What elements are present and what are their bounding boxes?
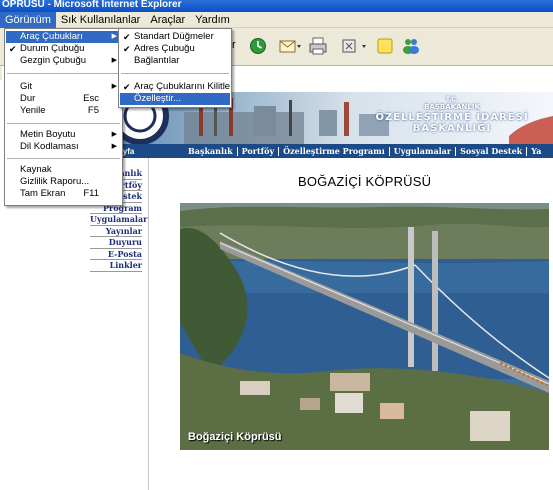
sidebar-link-announcements[interactable]: Duyuru bbox=[90, 237, 142, 249]
submenu-arrow-icon: ▶ bbox=[111, 57, 117, 64]
shortcut-full-screen: F11 bbox=[83, 188, 99, 199]
menu-separator bbox=[121, 73, 229, 74]
nav-link-publications[interactable]: Ya bbox=[526, 146, 545, 156]
menu-item-privacy-report[interactable]: Gizlilik Raporu... bbox=[6, 176, 121, 188]
menu-item-encoding[interactable]: Dil Kodlaması ▶ bbox=[6, 141, 121, 153]
menu-item-status-bar-label: Durum Çubuğu bbox=[20, 43, 85, 54]
menu-item-source-label: Kaynak bbox=[20, 164, 52, 175]
submenu-item-standard-buttons[interactable]: ✔ Standart Düğmeler bbox=[120, 31, 230, 43]
menu-item-toolbars[interactable]: Araç Çubukları ▶ bbox=[6, 31, 121, 43]
menu-item-full-screen-label: Tam Ekran bbox=[20, 188, 66, 199]
checkmark-icon: ✔ bbox=[123, 44, 131, 54]
bridge-photo: Boğaziçi Köprüsü bbox=[180, 203, 549, 450]
menu-item-go-label: Git bbox=[20, 81, 33, 92]
banner-line-tc: T.C. bbox=[445, 96, 459, 103]
edit-icon[interactable] bbox=[340, 36, 368, 56]
window-title: ÖPRÜSÜ - Microsoft Internet Explorer bbox=[2, 0, 182, 10]
checkmark-icon: ✔ bbox=[123, 32, 131, 42]
menu-view[interactable]: Görünüm bbox=[0, 11, 56, 28]
submenu-item-customize-label: Özelleştir... bbox=[134, 93, 181, 104]
menu-separator bbox=[7, 123, 120, 124]
menu-item-toolbars-label: Araç Çubukları bbox=[20, 31, 83, 42]
menu-item-refresh[interactable]: Yenile F5 bbox=[6, 105, 121, 117]
messenger-icon[interactable] bbox=[400, 36, 422, 56]
shortcut-refresh: F5 bbox=[87, 105, 99, 116]
mail-icon[interactable] bbox=[278, 36, 302, 56]
menu-item-status-bar[interactable]: ✔ Durum Çubuğu bbox=[6, 43, 121, 55]
photo-caption: Boğaziçi Köprüsü bbox=[188, 431, 282, 443]
menu-item-source[interactable]: Kaynak bbox=[6, 164, 121, 176]
shortcut-stop: Esc bbox=[83, 93, 99, 104]
banner-line-administration: ÖZELLEŞTİRME İDARESİ bbox=[375, 112, 529, 123]
checkmark-icon: ✔ bbox=[9, 44, 17, 54]
submenu-item-address-bar-label: Adres Çubuğu bbox=[134, 43, 195, 54]
menu-item-text-size[interactable]: Metin Boyutu ▶ bbox=[6, 129, 121, 141]
submenu-item-links[interactable]: Bağlantılar bbox=[120, 55, 230, 67]
sidebar-link-applications[interactable]: Uygulamalar bbox=[90, 214, 147, 226]
nav-link-applications[interactable]: Uygulamalar bbox=[388, 146, 455, 156]
menu-bar: Görünüm Sık Kullanılanlar Araçlar Yardım bbox=[0, 11, 553, 28]
submenu-arrow-icon: ▶ bbox=[111, 33, 117, 40]
submenu-arrow-icon: ▶ bbox=[111, 83, 117, 90]
nav-link-privatization-program[interactable]: Özelleştirme Programı bbox=[278, 146, 389, 156]
menu-item-explorer-bar[interactable]: Gezgin Çubuğu ▶ bbox=[6, 55, 121, 67]
submenu-item-address-bar[interactable]: ✔ Adres Çubuğu bbox=[120, 43, 230, 55]
bosphorus-bridge-image bbox=[180, 203, 549, 450]
institution-title: T.C. BAŞBAKANLIK ÖZELLEŞTİRME İDARESİ BA… bbox=[372, 96, 532, 135]
toolbar-partial-label: r bbox=[232, 39, 236, 51]
menu-item-go[interactable]: Git ▶ bbox=[6, 81, 121, 93]
submenu-arrow-icon: ▶ bbox=[111, 131, 117, 138]
submenu-item-customize[interactable]: Özelleştir... bbox=[120, 93, 230, 105]
menu-item-encoding-label: Dil Kodlaması bbox=[20, 141, 79, 152]
submenu-arrow-icon: ▶ bbox=[111, 143, 117, 150]
sidebar-link-email[interactable]: E-Posta bbox=[90, 249, 142, 260]
menu-favorites[interactable]: Sık Kullanılanlar bbox=[56, 12, 146, 28]
sidebar-link-links[interactable]: Linkler bbox=[90, 260, 142, 272]
site-nav-bar: Sayfa Başkanlık Portföy Özelleştirme Pro… bbox=[104, 144, 553, 158]
submenu-item-lock-toolbars-label: Araç Çubuklarını Kilitle bbox=[134, 81, 231, 92]
content-divider bbox=[148, 158, 149, 490]
nav-link-presidency[interactable]: Başkanlık bbox=[184, 146, 237, 156]
menu-item-refresh-label: Yenile bbox=[20, 105, 46, 116]
discuss-icon[interactable] bbox=[375, 36, 395, 56]
banner-line-prime-ministry: BAŞBAKANLIK bbox=[424, 103, 480, 111]
page-title: BOĞAZİÇİ KÖPRÜSÜ bbox=[298, 174, 432, 189]
window-title-bar: ÖPRÜSÜ - Microsoft Internet Explorer bbox=[0, 0, 553, 12]
menu-item-explorer-bar-label: Gezgin Çubuğu bbox=[20, 55, 87, 66]
history-icon[interactable] bbox=[248, 36, 268, 56]
submenu-item-links-label: Bağlantılar bbox=[134, 55, 180, 66]
banner-line-presidency: BAŞKANLIĞI bbox=[412, 123, 492, 134]
menu-item-stop[interactable]: Dur Esc bbox=[6, 93, 121, 105]
menu-item-stop-label: Dur bbox=[20, 93, 36, 104]
menu-item-full-screen[interactable]: Tam Ekran F11 bbox=[6, 188, 121, 200]
menu-separator bbox=[7, 158, 120, 159]
menu-help[interactable]: Yardım bbox=[190, 12, 235, 28]
menu-tools[interactable]: Araçlar bbox=[145, 12, 190, 28]
menu-separator bbox=[7, 73, 120, 74]
nav-link-social-support[interactable]: Sosyal Destek bbox=[455, 146, 526, 156]
menu-item-text-size-label: Metin Boyutu bbox=[20, 129, 76, 140]
checkmark-icon: ✔ bbox=[123, 82, 131, 92]
view-menu-dropdown: Araç Çubukları ▶ ✔ Durum Çubuğu Gezgin Çub… bbox=[4, 28, 123, 206]
sidebar-link-publications[interactable]: Yayınlar bbox=[90, 226, 142, 237]
print-icon[interactable] bbox=[308, 36, 328, 56]
toolbars-submenu: ✔ Standart Düğmeler ✔ Adres Çubuğu Bağlant… bbox=[118, 28, 232, 108]
menu-item-privacy-report-label: Gizlilik Raporu... bbox=[20, 176, 90, 187]
nav-link-portfolio[interactable]: Portföy bbox=[236, 146, 278, 156]
submenu-item-lock-toolbars[interactable]: ✔ Araç Çubuklarını Kilitle bbox=[120, 81, 230, 93]
address-bar-fragment bbox=[0, 66, 2, 80]
submenu-item-standard-buttons-label: Standart Düğmeler bbox=[134, 31, 214, 42]
